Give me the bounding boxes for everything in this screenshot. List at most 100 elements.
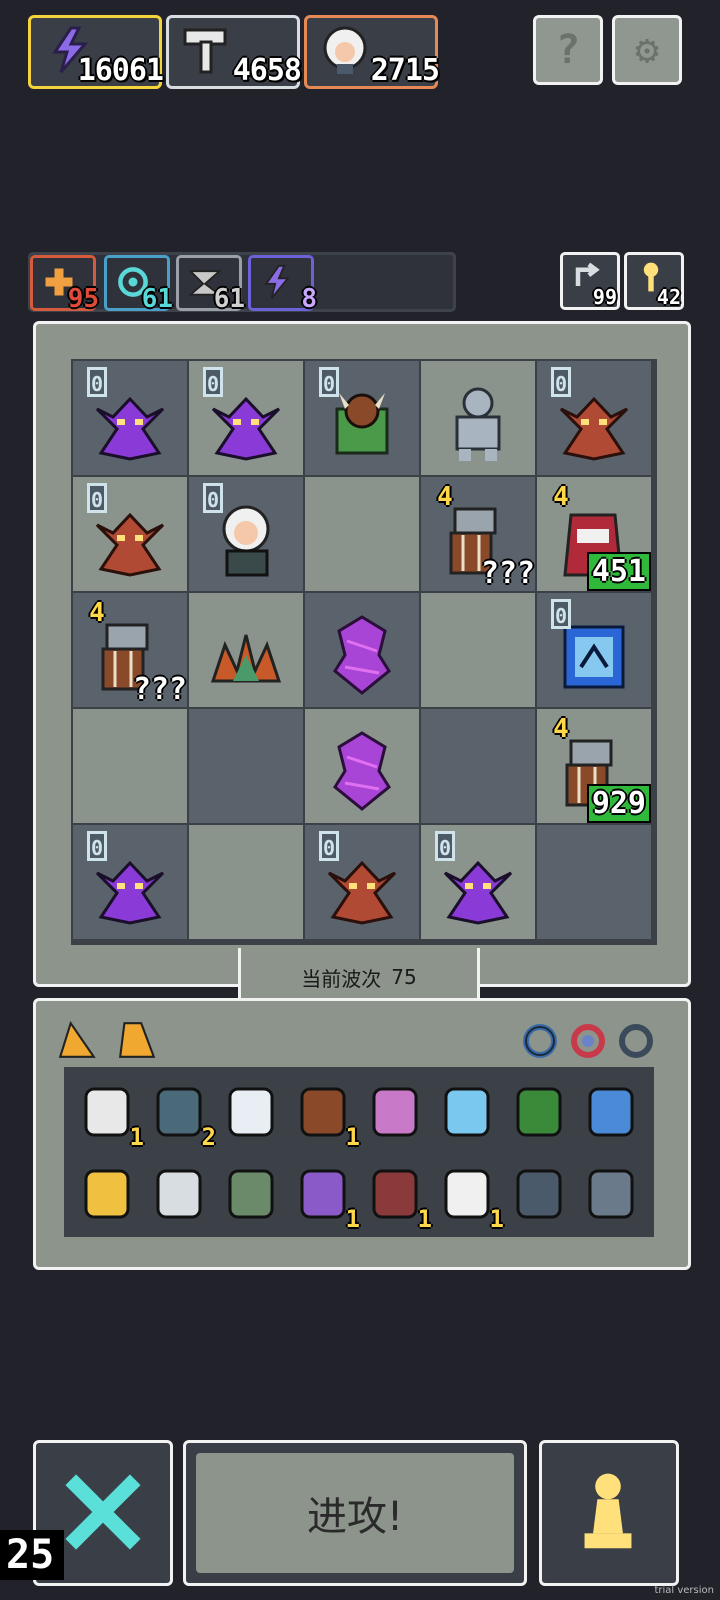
board-cell[interactable]: 4???: [421, 477, 535, 591]
turn-counter: 25: [0, 1530, 64, 1580]
demon-mask-icon[interactable]: 1: [360, 1159, 432, 1233]
ring-red-icon[interactable]: [568, 1021, 608, 1061]
counter-key: 42: [624, 252, 684, 310]
battle-board: 0 0 0 0 0 0 4??? 4 451 4??? 0 4 929 0 0 0: [33, 321, 691, 987]
watermark: trial version: [654, 1585, 714, 1596]
gear-icon: ⚙: [634, 27, 660, 73]
board-cell[interactable]: 4???: [73, 593, 187, 707]
board-cell[interactable]: [189, 593, 303, 707]
heart-gem-icon[interactable]: 2: [144, 1077, 216, 1151]
board-cell[interactable]: 0: [537, 593, 651, 707]
counter-return-value: 99: [592, 285, 617, 309]
stat-heal-value: 95: [67, 284, 99, 314]
potion-jar-icon[interactable]: 1: [288, 1159, 360, 1233]
settings-button[interactable]: ⚙: [612, 15, 682, 85]
unit-level: 0: [551, 599, 571, 629]
hero-value: 2715: [370, 53, 440, 88]
attack-label: 进攻!: [306, 1494, 404, 1540]
inventory-grid: 1 2 1 1 1 1: [64, 1067, 654, 1237]
unit-level: 0: [319, 367, 339, 397]
ring-slots: [516, 1019, 666, 1063]
blue-wave-icon[interactable]: [576, 1077, 646, 1147]
thorn-plant-icon: [210, 634, 282, 683]
item-count: 1: [345, 1205, 360, 1233]
board-cell[interactable]: 0: [73, 477, 187, 591]
swirl-stone-icon[interactable]: [144, 1159, 214, 1229]
item-count: 1: [129, 1123, 144, 1151]
board-cell[interactable]: 4 929: [537, 709, 651, 823]
unit-level: 0: [319, 831, 339, 861]
counter-return: 99: [560, 252, 620, 310]
energy-value: 16061: [77, 53, 164, 88]
unit-level: 0: [203, 367, 223, 397]
stone-golem-icon: [455, 387, 501, 461]
attack-button[interactable]: 进攻!: [183, 1440, 527, 1586]
pawn-button[interactable]: [539, 1440, 679, 1586]
unit-level: 0: [203, 483, 223, 513]
bone-icon[interactable]: 1: [72, 1077, 144, 1151]
board-cell[interactable]: 0: [537, 361, 651, 475]
board-cell[interactable]: 0: [189, 361, 303, 475]
unit-level: 0: [435, 831, 455, 861]
unit-level: 4: [89, 598, 105, 628]
close-icon: [65, 1474, 141, 1550]
egg-icon[interactable]: [216, 1077, 286, 1147]
spiky-plant-icon[interactable]: [216, 1159, 286, 1229]
item-count: 2: [201, 1123, 216, 1151]
board-cell[interactable]: [305, 709, 419, 823]
bones-value: 4658: [232, 53, 302, 88]
stat-wing: 61: [176, 255, 245, 314]
trophy-icon[interactable]: [72, 1159, 142, 1229]
resource-hero: 2715: [304, 15, 440, 89]
help-button[interactable]: ?: [533, 15, 603, 85]
stat-heal: 95: [30, 255, 99, 314]
wave-label: 当前波次: [301, 966, 382, 991]
board-cell[interactable]: [537, 825, 651, 939]
item-count: 1: [345, 1123, 360, 1151]
boot-icon[interactable]: 1: [288, 1077, 360, 1151]
fangs-icon[interactable]: 1: [432, 1159, 504, 1233]
dark-crown-icon[interactable]: [504, 1159, 574, 1229]
crystal-icon[interactable]: [432, 1077, 502, 1147]
unit-level: 0: [87, 831, 107, 861]
inventory-tabs: [50, 1013, 210, 1067]
unit-level: 0: [87, 367, 107, 397]
board-cell[interactable]: [73, 709, 187, 823]
help-icon: ?: [555, 27, 581, 73]
lever-icon[interactable]: [576, 1159, 646, 1229]
unit-level: 0: [87, 483, 107, 513]
board-cell[interactable]: [305, 593, 419, 707]
ring-dark-icon[interactable]: [616, 1021, 656, 1061]
stat-wing-value: 61: [213, 284, 245, 314]
unit-level: 0: [551, 367, 571, 397]
purple-totem-icon: [333, 615, 391, 695]
board-cell[interactable]: [189, 825, 303, 939]
unit-level: 4: [553, 714, 569, 744]
board-cell[interactable]: [421, 709, 535, 823]
board-cell[interactable]: 0: [305, 361, 419, 475]
unit-hp: 451: [586, 552, 651, 591]
ring-blue-icon[interactable]: [520, 1021, 560, 1061]
board-cell[interactable]: 0: [305, 825, 419, 939]
unit-level: 4: [437, 482, 453, 512]
pawn-icon: [584, 1473, 632, 1549]
board-cell[interactable]: 0: [189, 477, 303, 591]
board-cell[interactable]: 0: [73, 361, 187, 475]
cheese-icon[interactable]: [56, 1019, 98, 1061]
board-cell[interactable]: 4 451: [537, 477, 651, 591]
board-cell[interactable]: 0: [421, 825, 535, 939]
board-cell[interactable]: 0: [73, 825, 187, 939]
golden-key-icon[interactable]: [360, 1077, 430, 1147]
board-cell[interactable]: [421, 361, 535, 475]
unit-hp: ???: [480, 556, 535, 591]
board-cell[interactable]: [189, 709, 303, 823]
unit-hp: ???: [132, 672, 187, 707]
board-grid: 0 0 0 0 0 0 4??? 4 451 4??? 0 4 929 0 0 0: [71, 359, 657, 945]
cheese-slice-icon[interactable]: [116, 1019, 158, 1061]
leaf-tile-icon[interactable]: [504, 1077, 574, 1147]
unit-level: 4: [553, 482, 569, 512]
item-count: 1: [489, 1205, 504, 1233]
stat-spiral-value: 61: [141, 284, 173, 314]
board-cell[interactable]: [421, 593, 535, 707]
board-cell[interactable]: [305, 477, 419, 591]
